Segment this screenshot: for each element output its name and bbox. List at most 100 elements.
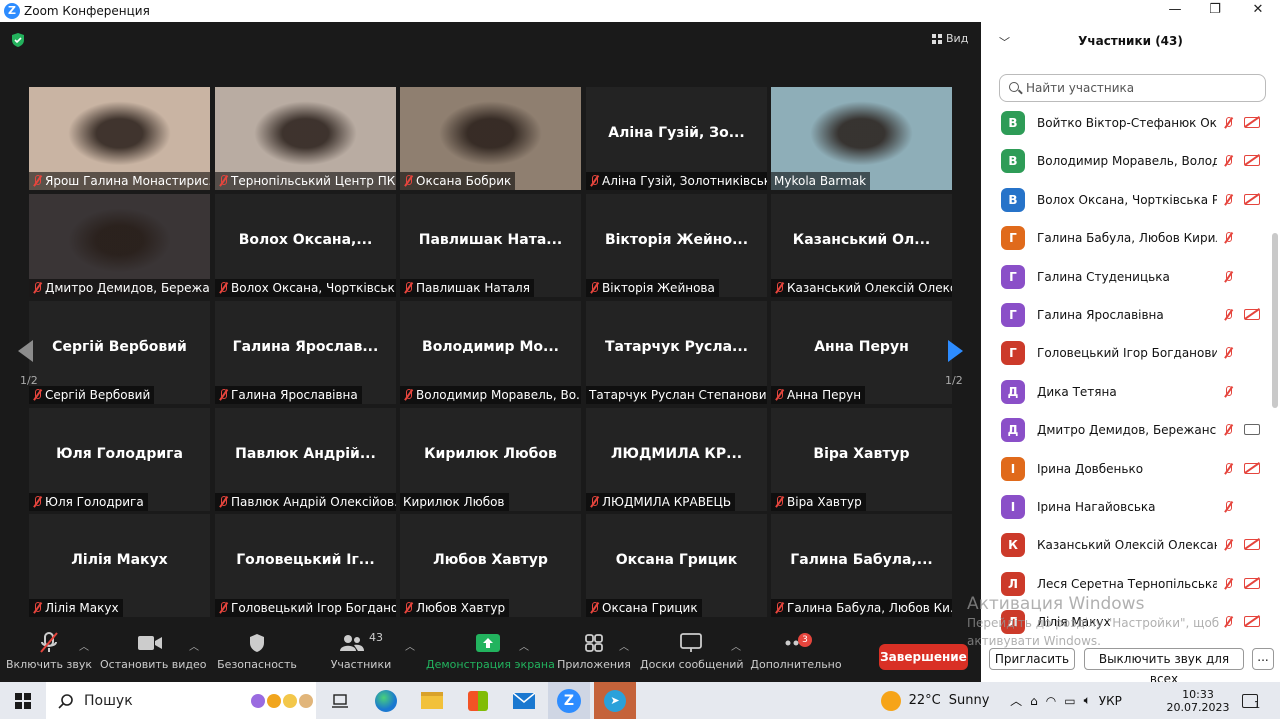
- video-on-icon[interactable]: [1244, 424, 1260, 436]
- whiteboards-options-chevron-icon[interactable]: ︿: [731, 638, 741, 653]
- participant-tile[interactable]: ЛЮДМИЛА КР... ЛЮДМИЛА КРАВЕЦЬ: [586, 408, 767, 511]
- wifi-icon[interactable]: ◠: [1046, 694, 1056, 708]
- mic-muted-icon[interactable]: [1223, 347, 1233, 359]
- panel-more-button[interactable]: ...: [1252, 648, 1274, 670]
- participant-row[interactable]: К Казанський Олексій Олександ...: [1001, 530, 1261, 560]
- mic-muted-icon[interactable]: [1223, 117, 1233, 129]
- mic-muted-icon[interactable]: [1223, 539, 1233, 551]
- video-off-icon[interactable]: [1244, 462, 1260, 474]
- mic-muted-icon[interactable]: [1223, 424, 1233, 436]
- mic-muted-icon[interactable]: [1223, 577, 1233, 590]
- next-page-icon[interactable]: [947, 340, 963, 362]
- participant-tile[interactable]: Любов Хавтур Любов Хавтур: [400, 514, 581, 617]
- participant-tile[interactable]: Татарчук Русла... Татарчук Руслан Степано…: [586, 301, 767, 404]
- mic-muted-icon[interactable]: [1223, 501, 1233, 513]
- video-off-icon[interactable]: [1244, 539, 1260, 551]
- zoom-taskbar-icon[interactable]: Z: [548, 682, 590, 719]
- participant-row[interactable]: І Ірина Довбенько: [1001, 454, 1261, 484]
- participant-row[interactable]: І Ірина Нагайовська: [1001, 492, 1261, 522]
- participant-tile[interactable]: Володимир Мо... Володимир Моравель, Во...: [400, 301, 581, 404]
- participant-tile[interactable]: Оксана Бобрик: [400, 87, 581, 190]
- participant-tile[interactable]: Кирилюк Любов Кирилюк Любов: [400, 408, 581, 511]
- video-off-icon[interactable]: [1244, 155, 1260, 167]
- security-button[interactable]: Безопасность: [212, 628, 302, 682]
- mute-all-button[interactable]: Выключить звук для всех: [1084, 648, 1244, 686]
- video-off-icon[interactable]: [1244, 117, 1260, 128]
- close-button[interactable]: ✕: [1238, 1, 1278, 19]
- participant-tile[interactable]: Галина Ярослав... Галина Ярославівна: [215, 301, 396, 404]
- notifications-button[interactable]: 1: [1236, 682, 1266, 719]
- mail-icon[interactable]: [504, 682, 544, 719]
- participant-tile[interactable]: Аліна Гузій, Зо... Аліна Гузій, Золотникі…: [586, 87, 767, 190]
- apps-options-chevron-icon[interactable]: ︿: [619, 638, 629, 653]
- participant-tile[interactable]: Павлишак Ната... Павлишак Наталя: [400, 194, 581, 297]
- participant-row[interactable]: Г Галина Ярославівна: [1001, 300, 1261, 330]
- battery-icon[interactable]: ▭: [1064, 694, 1075, 708]
- stop-video-button[interactable]: Остановить видео: [100, 628, 207, 682]
- participant-tile[interactable]: Дмитро Демидов, Бережа...: [29, 194, 210, 297]
- participant-list-scrollbar[interactable]: [1272, 233, 1278, 408]
- participant-tile[interactable]: Вікторія Жейно... Вікторія Жейнова: [586, 194, 767, 297]
- participants-options-chevron-icon[interactable]: ︿: [405, 638, 415, 653]
- mic-muted-icon[interactable]: [1223, 462, 1233, 475]
- unmute-button[interactable]: Включить звук: [4, 628, 94, 682]
- participant-tile[interactable]: Казанський Ол... Казанський Олексій Олекс…: [771, 194, 952, 297]
- video-off-icon[interactable]: [1244, 616, 1260, 628]
- participant-tile[interactable]: Сергій Вербовий Сергій Вербовий: [29, 301, 210, 404]
- participant-tile[interactable]: Лілія Макух Лілія Макух: [29, 514, 210, 617]
- audio-options-chevron-icon[interactable]: ︿: [79, 638, 89, 653]
- participant-row[interactable]: Г Головецький Ігор Богданович: [1001, 338, 1261, 368]
- participant-row[interactable]: Д Дмитро Демидов, Бережанськ...: [1001, 415, 1261, 445]
- participant-search-input[interactable]: Найти участника: [999, 74, 1266, 102]
- network-icon[interactable]: ⌂: [1030, 694, 1038, 708]
- video-options-chevron-icon[interactable]: ︿: [189, 638, 199, 653]
- participant-row[interactable]: Г Галина Студеницька: [1001, 262, 1261, 292]
- mic-muted-icon[interactable]: [1223, 155, 1233, 167]
- participant-tile[interactable]: Волох Оксана,... Волох Оксана, Чортківськ…: [215, 194, 396, 297]
- participant-tile[interactable]: Павлюк Андрій... Павлюк Андрій Олексійов.…: [215, 408, 396, 511]
- participant-row[interactable]: В Володимир Моравель, Волод...: [1001, 146, 1261, 176]
- view-button[interactable]: Вид: [932, 32, 968, 45]
- start-button[interactable]: [0, 682, 46, 719]
- participant-tile[interactable]: Ярош Галина Монастирис...: [29, 87, 210, 190]
- mic-muted-icon[interactable]: [1223, 309, 1233, 321]
- participant-tile[interactable]: Анна Перун Анна Перун: [771, 301, 952, 404]
- more-button[interactable]: 3 Дополнительно: [748, 628, 844, 682]
- whiteboards-button[interactable]: Доски сообщений: [640, 628, 744, 682]
- mic-muted-icon[interactable]: [1223, 385, 1233, 398]
- invite-button[interactable]: Пригласить: [989, 648, 1075, 670]
- participant-tile[interactable]: Віра Хавтур Віра Хавтур: [771, 408, 952, 511]
- share-screen-button[interactable]: Демонстрация экрана: [426, 628, 555, 682]
- prev-page-icon[interactable]: [18, 340, 34, 362]
- end-meeting-button[interactable]: Завершение: [879, 644, 968, 670]
- minimize-button[interactable]: —: [1155, 1, 1195, 19]
- mic-muted-icon[interactable]: [1223, 616, 1233, 628]
- weather-widget[interactable]: 22°C Sunny: [880, 682, 990, 719]
- participant-tile[interactable]: Оксана Грицик Оксана Грицик: [586, 514, 767, 617]
- participants-button[interactable]: 43 Участники: [318, 628, 404, 682]
- edge-browser-icon[interactable]: [366, 682, 406, 719]
- maximize-button[interactable]: ❐: [1195, 1, 1235, 19]
- participant-row[interactable]: В Войтко Віктор-Стефанюк Окса...: [1001, 108, 1261, 138]
- mic-muted-icon[interactable]: [1223, 232, 1233, 244]
- video-off-icon[interactable]: [1244, 309, 1260, 320]
- video-off-icon[interactable]: [1244, 193, 1260, 205]
- shield-icon[interactable]: [10, 32, 26, 48]
- participant-tile[interactable]: Тернопільський Центр ПК: [215, 87, 396, 190]
- participant-row[interactable]: Д Дика Тетяна: [1001, 377, 1261, 407]
- microsoft-store-icon[interactable]: [458, 682, 498, 719]
- participant-tile[interactable]: Головецький Іг... Головецький Ігор Богдан…: [215, 514, 396, 617]
- telegram-icon[interactable]: ➤: [594, 682, 636, 719]
- video-off-icon[interactable]: [1244, 577, 1260, 589]
- participant-tile[interactable]: Mykola Barmak: [771, 87, 952, 190]
- mic-muted-icon[interactable]: [1223, 193, 1233, 206]
- clock[interactable]: 10:33 20.07.2023: [1167, 682, 1230, 719]
- taskbar-search-box[interactable]: Пошук: [46, 682, 316, 719]
- participant-row[interactable]: Г Галина Бабула, Любов Кирилюк: [1001, 223, 1261, 253]
- participant-tile[interactable]: Юля Голодрига Юля Голодрига: [29, 408, 210, 511]
- tray-chevron-icon[interactable]: ︿: [1010, 692, 1022, 709]
- apps-button[interactable]: Приложения: [556, 628, 632, 682]
- file-explorer-icon[interactable]: [412, 682, 452, 719]
- mic-muted-icon[interactable]: [1223, 270, 1233, 283]
- task-view-icon[interactable]: [322, 682, 358, 719]
